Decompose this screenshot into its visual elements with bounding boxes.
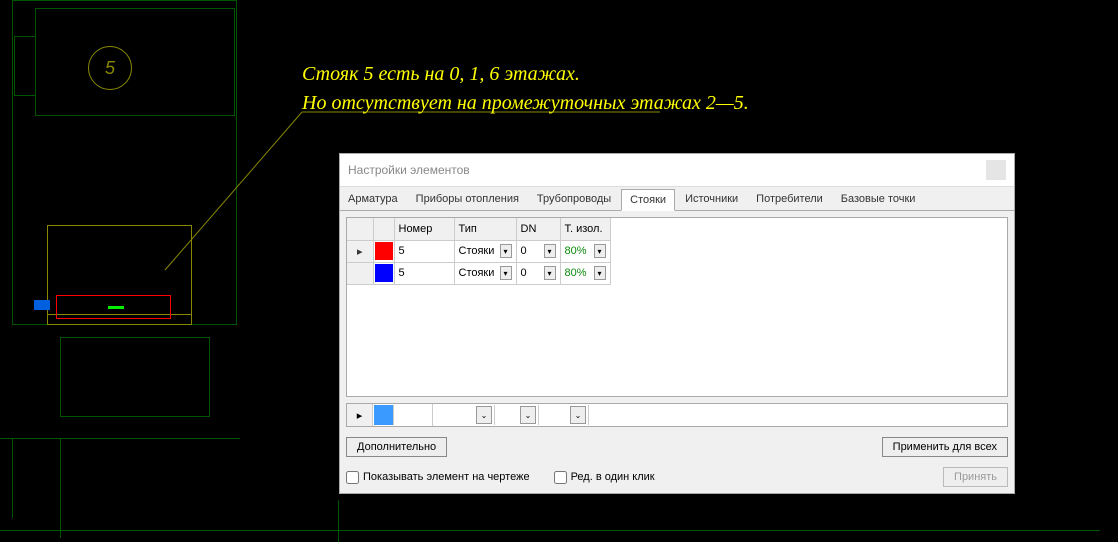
annotation-text: Стояк 5 есть на 0, 1, 6 этажах. Но отсут… [302,60,749,118]
col-type[interactable]: Тип [454,218,516,240]
table-row[interactable]: 5 Стояки ▾ 0 ▾ 80% ▾ [347,262,610,284]
filter-dn-dd[interactable]: ⌄ [495,405,539,425]
col-number[interactable]: Номер [394,218,454,240]
dialog-title: Настройки элементов [348,163,470,177]
riser-marker-label: 5 [105,58,115,79]
chevron-down-icon[interactable]: ▾ [500,244,512,258]
apply-all-button[interactable]: Применить для всех [882,437,1008,457]
close-icon[interactable] [986,160,1006,180]
cell-number[interactable]: 5 [394,262,454,284]
chevron-down-icon[interactable]: ▾ [594,266,606,280]
checkbox-label: Ред. в один клик [571,471,655,483]
chevron-down-icon[interactable]: ▾ [500,266,512,280]
filter-color-swatch[interactable] [374,405,394,425]
cell-number[interactable]: 5 [394,240,454,262]
tab-consumers[interactable]: Потребители [748,189,831,210]
filter-tizol-dd[interactable]: ⌄ [539,405,589,425]
chevron-down-icon[interactable]: ⌄ [570,406,586,424]
more-button[interactable]: Дополнительно [346,437,447,457]
chevron-down-icon[interactable]: ⌄ [476,406,492,424]
filter-row[interactable]: ▸ ⌄ ⌄ ⌄ [346,403,1008,427]
cell-type[interactable]: Стояки [459,245,495,257]
row-indicator-icon [347,262,373,284]
tabs-bar: Арматура Приборы отопления Трубопроводы … [340,187,1014,211]
chevron-down-icon[interactable]: ⌄ [520,406,536,424]
cell-dn[interactable]: 0 [521,267,527,279]
tab-pipes[interactable]: Трубопроводы [529,189,619,210]
data-grid[interactable]: Номер Тип DN Т. изол. ▸ 5 Стояки ▾ 0 ▾ 80%… [346,217,1008,397]
annotation-line1: Стояк 5 есть на 0, 1, 6 этажах. [302,60,749,89]
edit-one-click-checkbox[interactable]: Ред. в один клик [554,471,655,484]
show-on-drawing-checkbox[interactable]: Показывать элемент на чертеже [346,471,530,484]
col-t-izol[interactable]: Т. изол. [560,218,610,240]
cad-canvas: 5 Стояк 5 есть на 0, 1, 6 этажах. Но отс… [0,0,1118,542]
table-row[interactable]: ▸ 5 Стояки ▾ 0 ▾ 80% ▾ [347,240,610,262]
tab-heating-devices[interactable]: Приборы отопления [408,189,527,210]
chevron-down-icon[interactable]: ▾ [544,244,556,258]
tab-base-points[interactable]: Базовые точки [833,189,924,210]
tab-risers[interactable]: Стояки [621,189,675,211]
row-indicator-icon: ▸ [347,240,373,262]
chevron-down-icon[interactable]: ▾ [544,266,556,280]
checkbox-input[interactable] [554,471,567,484]
dialog-titlebar: Настройки элементов [340,154,1014,187]
col-dn[interactable]: DN [516,218,560,240]
cell-dn[interactable]: 0 [521,245,527,257]
riser-marker-circle: 5 [88,46,132,90]
chevron-down-icon[interactable]: ▾ [594,244,606,258]
checkbox-label: Показывать элемент на чертеже [363,471,530,483]
tab-sources[interactable]: Источники [677,189,746,210]
row-indicator-icon: ▸ [347,404,373,426]
tab-armatura[interactable]: Арматура [340,189,406,210]
cell-type[interactable]: Стояки [459,267,495,279]
filter-type-dd[interactable]: ⌄ [433,405,495,425]
cell-t-izol[interactable]: 80% [565,267,587,279]
cell-t-izol[interactable]: 80% [565,245,587,257]
color-swatch[interactable] [375,242,393,260]
checkbox-input[interactable] [346,471,359,484]
settings-dialog: Настройки элементов Арматура Приборы ото… [339,153,1015,494]
color-swatch[interactable] [375,264,393,282]
annotation-line2: Но отсутствует на промежуточных этажах 2… [302,89,749,118]
accept-button[interactable]: Принять [943,467,1008,487]
